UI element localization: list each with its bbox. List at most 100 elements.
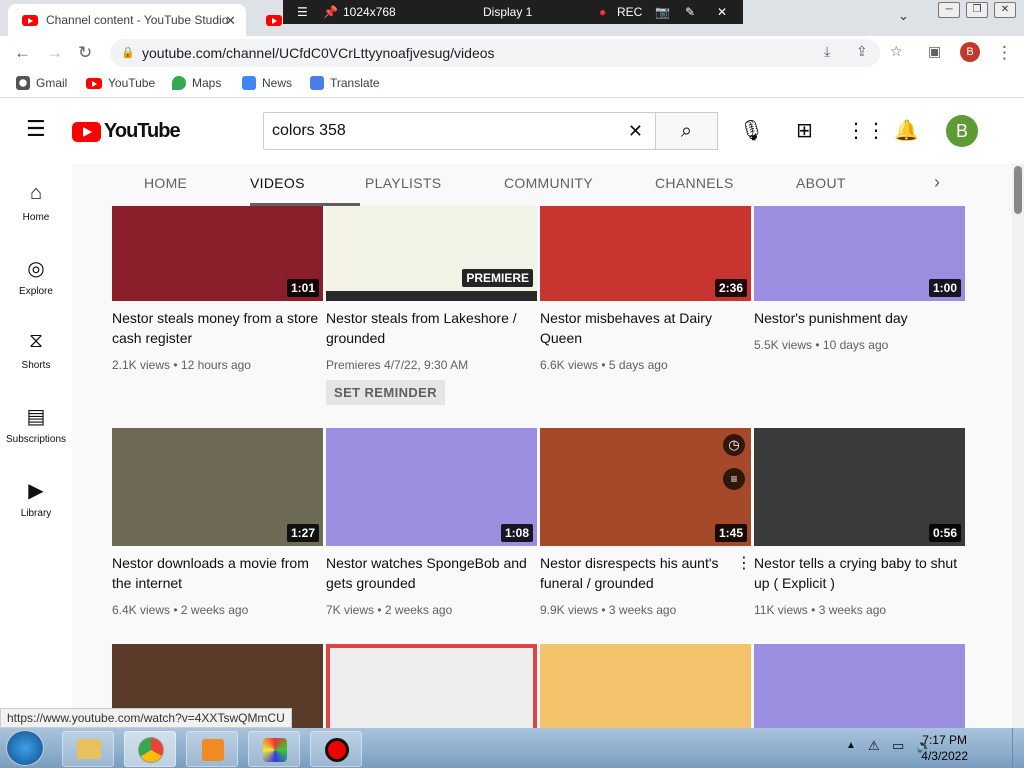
guide-library[interactable]: ▶ Library — [0, 478, 72, 519]
reload-icon[interactable]: ↻ — [78, 43, 92, 63]
library-icon: ▶ — [28, 480, 44, 502]
tab-youtube-studio[interactable]: Channel content - YouTube Studio ✕ — [8, 4, 246, 36]
tabs-scroll-right-icon[interactable]: › — [934, 172, 940, 193]
video-title[interactable]: Nestor misbehaves at Dairy Queen — [540, 308, 751, 348]
home-icon: ⌂ — [29, 182, 43, 204]
video-thumbnail[interactable] — [326, 644, 537, 728]
pen-icon[interactable]: ✎ — [685, 5, 695, 19]
video-title[interactable]: Nestor tells a crying baby to shut up ( … — [754, 553, 965, 593]
tab-home[interactable]: HOME — [144, 175, 187, 191]
system-clock[interactable]: 7:17 PM 4/3/2022 — [921, 732, 968, 764]
youtube-logo[interactable]: YouTube — [72, 120, 181, 143]
kebab-menu-icon[interactable]: ⋮ — [996, 43, 1013, 63]
microphone-icon[interactable]: 🎙 — [739, 118, 764, 143]
video-thumbnail[interactable]: 0:56 — [754, 428, 965, 546]
bookmark-gmail[interactable]: Gmail — [16, 76, 67, 90]
side-guide: ⌂ Home ◎ Explore ⧖ Shorts ▤ Subscriptions ▶ L… — [0, 164, 72, 728]
bookmark-news[interactable]: News — [242, 76, 292, 90]
close-recorder-icon[interactable]: ✕ — [717, 5, 727, 19]
tab-channels[interactable]: CHANNELS — [655, 175, 734, 191]
tab-title: Channel content - YouTube Studio — [46, 13, 229, 27]
apps-grid-icon[interactable]: ⋮⋮ — [846, 118, 886, 143]
back-arrow-icon[interactable]: ← — [14, 43, 31, 63]
clock-date: 4/3/2022 — [921, 749, 968, 763]
taskbar-recorder[interactable] — [310, 731, 362, 767]
video-title[interactable]: Nestor steals money from a store cash re… — [112, 308, 323, 348]
notifications-bell-icon[interactable]: 🔔 — [894, 118, 919, 143]
search-input[interactable]: colors 358 ✕ — [263, 112, 656, 150]
guide-shorts[interactable]: ⧖ Shorts — [0, 330, 72, 371]
profile-avatar[interactable]: B — [960, 42, 980, 62]
video-title[interactable]: Nestor steals from Lakeshore / grounded — [326, 308, 537, 348]
video-title[interactable]: Nestor watches SpongeBob and gets ground… — [326, 553, 537, 593]
taskbar-media-player[interactable] — [186, 731, 238, 767]
watch-later-icon[interactable]: ◷ — [723, 434, 745, 456]
forward-arrow-icon[interactable]: → — [46, 43, 63, 63]
tab-videos[interactable]: VIDEOS — [250, 175, 305, 191]
youtube-header: ☰ YouTube colors 358 ✕ ⌕ 🎙 ⊞ ⋮⋮ 🔔 B — [0, 98, 1024, 164]
youtube-logo-icon — [72, 121, 101, 142]
taskbar-chrome[interactable] — [124, 731, 176, 767]
hamburger-menu-icon[interactable]: ☰ — [26, 116, 46, 142]
clear-search-icon[interactable]: ✕ — [628, 113, 643, 149]
video-thumbnail[interactable]: 1:01 — [112, 206, 323, 301]
video-title[interactable]: Nestor disrespects his aunt's funeral / … — [540, 553, 751, 593]
video-thumbnail[interactable]: 2:36 — [540, 206, 751, 301]
video-options-icon[interactable]: ⋮ — [736, 553, 752, 573]
page-scrollbar[interactable] — [1012, 164, 1024, 728]
add-to-queue-icon[interactable]: ≡ — [723, 468, 745, 490]
tab-playlists[interactable]: PLAYLISTS — [365, 175, 441, 191]
minimize-icon[interactable]: ─ — [938, 2, 960, 18]
guide-explore[interactable]: ◎ Explore — [0, 256, 72, 297]
video-thumbnail[interactable]: ◷ ≡ 1:45 — [540, 428, 751, 546]
restore-icon[interactable]: ❐ — [966, 2, 988, 18]
address-bar[interactable]: 🔒 youtube.com/channel/UCfdC0VCrLttyynoaf… — [110, 39, 880, 67]
video-meta: 2.1K views • 12 hours ago — [112, 358, 251, 372]
video-thumbnail[interactable]: 1:08 — [326, 428, 537, 546]
menu-icon[interactable]: ☰ — [297, 5, 308, 19]
video-thumbnail[interactable] — [754, 644, 965, 728]
bookmark-maps[interactable]: Maps — [172, 76, 221, 90]
bookmark-translate[interactable]: Translate — [310, 76, 380, 90]
account-avatar[interactable]: B — [946, 115, 978, 147]
network-icon[interactable]: ⚠ — [868, 738, 880, 754]
start-button[interactable] — [6, 730, 44, 766]
tray-expand-icon[interactable]: ▲ — [846, 740, 856, 751]
install-icon[interactable]: ⤓ — [824, 43, 830, 60]
video-title[interactable]: Nestor's punishment day — [754, 308, 965, 328]
share-icon[interactable]: ⇪ — [856, 43, 868, 60]
close-window-icon[interactable]: ✕ — [994, 2, 1016, 18]
create-video-icon[interactable]: ⊞ — [796, 118, 813, 143]
video-meta: 9.9K views • 3 weeks ago — [540, 603, 677, 617]
guide-subscriptions[interactable]: ▤ Subscriptions — [0, 404, 72, 445]
channel-tabs: HOME VIDEOS PLAYLISTS COMMUNITY CHANNELS… — [72, 164, 1012, 206]
set-reminder-button[interactable]: SET REMINDER — [326, 380, 446, 405]
duration-badge: 1:01 — [286, 279, 319, 297]
tab-about[interactable]: ABOUT — [796, 175, 846, 191]
camera-icon[interactable]: 📷 — [655, 5, 670, 19]
recorder-rec-label[interactable]: REC — [617, 5, 642, 19]
side-panel-icon[interactable]: ▣ — [928, 43, 941, 60]
url-text: youtube.com/channel/UCfdC0VCrLttyynoafjv… — [142, 45, 495, 61]
bookmark-star-icon[interactable]: ☆ — [890, 43, 903, 60]
video-thumbnail[interactable]: 1:27 — [112, 428, 323, 546]
search-button[interactable]: ⌕ — [655, 112, 718, 150]
bookmark-youtube[interactable]: YouTube — [86, 76, 155, 90]
tab-list-chevron-icon[interactable]: ⌄ — [898, 8, 909, 24]
video-thumbnail[interactable]: 1:00 — [754, 206, 965, 301]
show-desktop-button[interactable] — [1012, 728, 1024, 768]
scrollbar-thumb[interactable] — [1014, 166, 1022, 214]
recorder-display: Display 1 — [483, 5, 533, 19]
taskbar-app[interactable] — [248, 731, 300, 767]
duration-badge: 0:56 — [928, 524, 961, 542]
tab-community[interactable]: COMMUNITY — [504, 175, 593, 191]
pin-icon[interactable]: 📌 — [323, 5, 338, 19]
lock-icon[interactable]: 🔒 — [121, 39, 135, 67]
video-thumbnail[interactable]: PREMIERE — [326, 206, 537, 301]
video-title[interactable]: Nestor downloads a movie from the intern… — [112, 553, 323, 593]
close-tab-icon[interactable]: ✕ — [225, 13, 236, 29]
monitor-icon[interactable]: ▭ — [892, 738, 904, 754]
guide-home[interactable]: ⌂ Home — [0, 182, 72, 223]
taskbar-explorer[interactable] — [62, 731, 114, 767]
video-thumbnail[interactable] — [540, 644, 751, 728]
